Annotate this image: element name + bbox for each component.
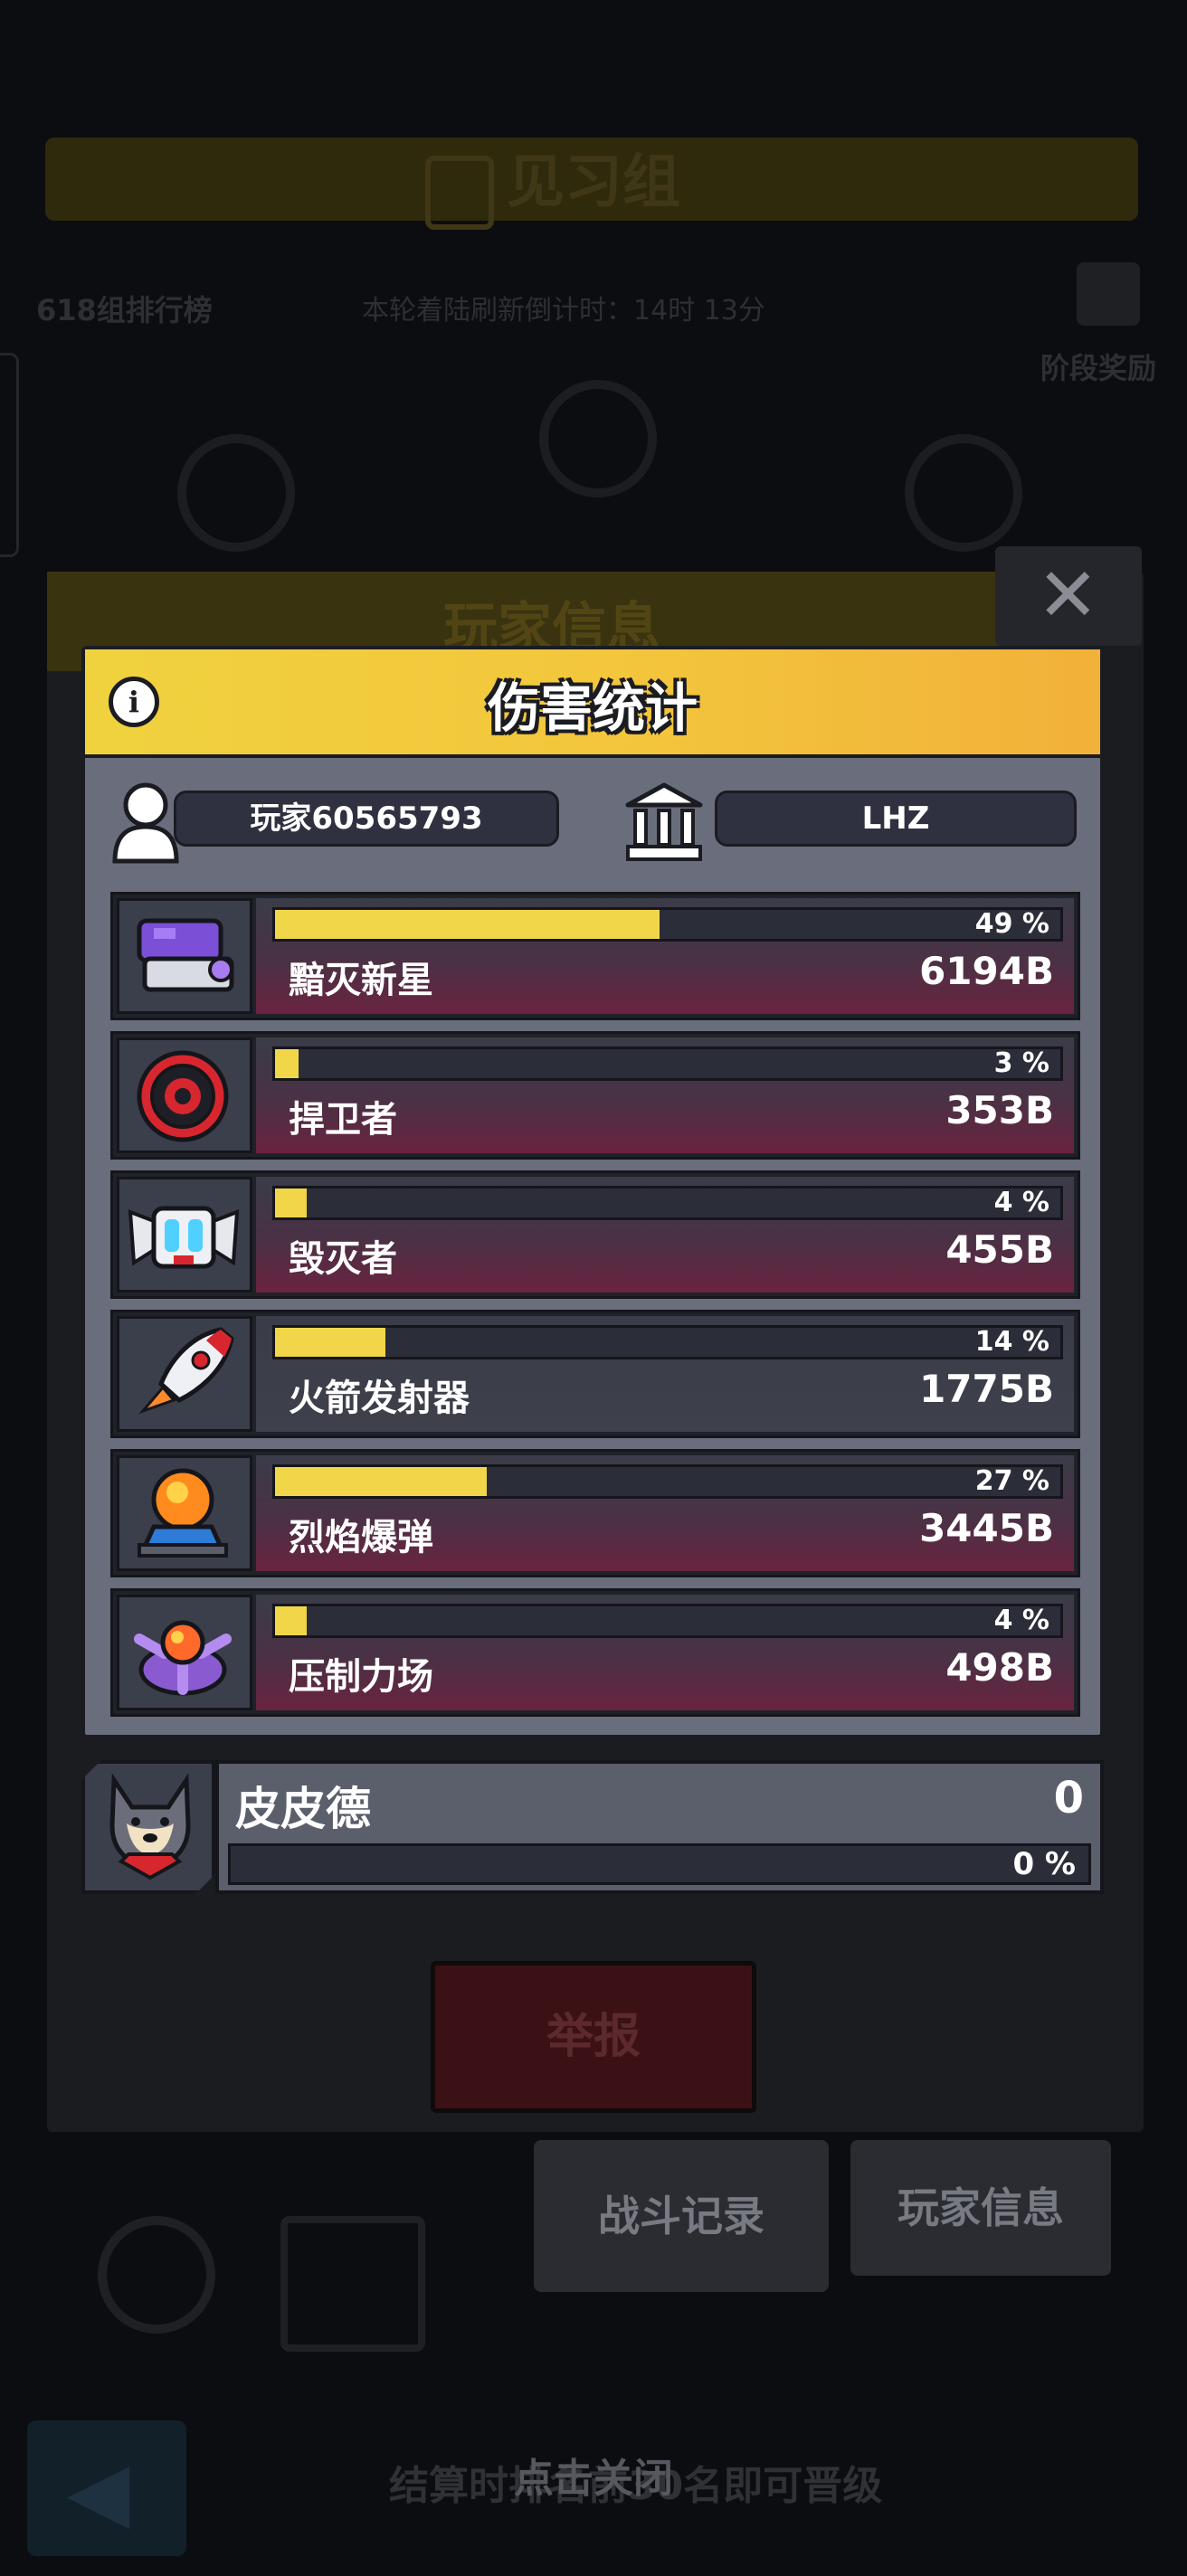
weapon-name: 黯灭新星 bbox=[289, 960, 433, 1001]
pet-name: 皮皮德 bbox=[235, 1783, 371, 1835]
damage-percent: 4 % bbox=[993, 1605, 1049, 1636]
weapon-row: 14 % 火箭发射器 1775B bbox=[110, 1310, 1080, 1438]
tab-player-info: 玩家信息 bbox=[850, 2140, 1111, 2276]
tap-to-close[interactable]: 点击关闭 bbox=[0, 2446, 1187, 2504]
close-icon: ✕ bbox=[1037, 553, 1099, 639]
damage-bar-fill bbox=[275, 1467, 488, 1496]
podium-first-icon bbox=[539, 380, 657, 497]
pet-damage-percent: 0 % bbox=[1012, 1846, 1076, 1882]
close-button[interactable]: ✕ bbox=[995, 546, 1142, 646]
tab-battle-record: 战斗记录 bbox=[534, 2140, 829, 2292]
guild-name: LHZ bbox=[715, 791, 1077, 847]
weapon-row: 3 % 捍卫者 353B bbox=[110, 1031, 1080, 1160]
damage-value: 498B bbox=[945, 1645, 1054, 1690]
force-field-icon bbox=[134, 1620, 232, 1696]
weapon-row: 4 % 压制力场 498B bbox=[110, 1588, 1080, 1717]
podium-third-icon bbox=[905, 434, 1022, 552]
pet-damage-value: 0 bbox=[1053, 1773, 1084, 1823]
side-tab bbox=[0, 353, 19, 557]
guild-icon bbox=[625, 782, 703, 861]
flame-bomb-icon bbox=[138, 1468, 228, 1558]
damage-percent: 27 % bbox=[974, 1465, 1049, 1497]
countdown-text: 本轮着陆刷新倒计时：14时 13分 bbox=[362, 295, 765, 327]
damage-stats-dialog: i 伤害统计 玩家60565793 LHZ 49 % 黯灭新星 6194B 3 … bbox=[81, 646, 1104, 1738]
damage-bar: 14 % bbox=[272, 1325, 1063, 1359]
robot-drone-icon bbox=[128, 1206, 240, 1269]
damage-bar: 4 % bbox=[272, 1604, 1063, 1638]
damage-percent: 4 % bbox=[993, 1187, 1049, 1218]
report-button: 举报 bbox=[431, 1961, 756, 2113]
dog-avatar-icon bbox=[94, 1771, 206, 1883]
player-name: 玩家60565793 bbox=[174, 791, 559, 847]
group-title: 见习组 bbox=[507, 149, 680, 216]
weapon-name: 火箭发射器 bbox=[289, 1378, 470, 1419]
damage-value: 353B bbox=[945, 1088, 1054, 1132]
dialog-title: 伤害统计 bbox=[487, 677, 698, 739]
weapon-row: 4 % 毁灭者 455B bbox=[110, 1170, 1080, 1299]
damage-value: 455B bbox=[945, 1227, 1054, 1272]
damage-bar: 27 % bbox=[272, 1464, 1063, 1499]
purple-cannon-icon bbox=[137, 918, 234, 992]
damage-value: 6194B bbox=[919, 949, 1054, 993]
person-icon bbox=[112, 782, 179, 864]
damage-value: 3445B bbox=[919, 1506, 1054, 1550]
damage-bar-fill bbox=[275, 910, 660, 939]
damage-bar-fill bbox=[275, 1189, 307, 1217]
damage-bar-fill bbox=[275, 1049, 299, 1078]
dialog-header: i 伤害统计 bbox=[85, 649, 1100, 758]
rank-medal-icon bbox=[98, 2216, 215, 2334]
stage-reward-label: 阶段奖励 bbox=[1040, 351, 1157, 385]
damage-percent: 3 % bbox=[993, 1047, 1049, 1079]
pet-damage-bar: 0 % bbox=[228, 1843, 1091, 1885]
damage-bar-fill bbox=[275, 1328, 385, 1357]
damage-bar: 4 % bbox=[272, 1186, 1063, 1220]
pet-row: 皮皮德 0 0 % bbox=[80, 1758, 1106, 1896]
damage-percent: 14 % bbox=[974, 1326, 1049, 1358]
weapon-name: 毁灭者 bbox=[289, 1238, 397, 1280]
rocket-icon bbox=[138, 1327, 234, 1415]
reward-box-icon bbox=[280, 2216, 425, 2352]
red-shield-ring-icon bbox=[137, 1050, 229, 1142]
weapon-row: 27 % 烈焰爆弹 3445B bbox=[110, 1449, 1080, 1577]
rank-link: 618组排行榜 bbox=[36, 293, 213, 327]
podium-second-icon bbox=[177, 434, 295, 552]
damage-percent: 49 % bbox=[974, 908, 1049, 940]
weapon-name: 捍卫者 bbox=[289, 1099, 397, 1141]
gift-icon bbox=[1077, 262, 1140, 326]
damage-bar: 3 % bbox=[272, 1046, 1063, 1081]
damage-value: 1775B bbox=[919, 1367, 1054, 1411]
weapon-name: 烈焰爆弹 bbox=[289, 1517, 433, 1558]
damage-bar-fill bbox=[275, 1606, 307, 1635]
damage-bar: 49 % bbox=[272, 907, 1063, 942]
weapon-row: 49 % 黯灭新星 6194B bbox=[110, 892, 1080, 1020]
weapon-name: 压制力场 bbox=[289, 1656, 433, 1698]
